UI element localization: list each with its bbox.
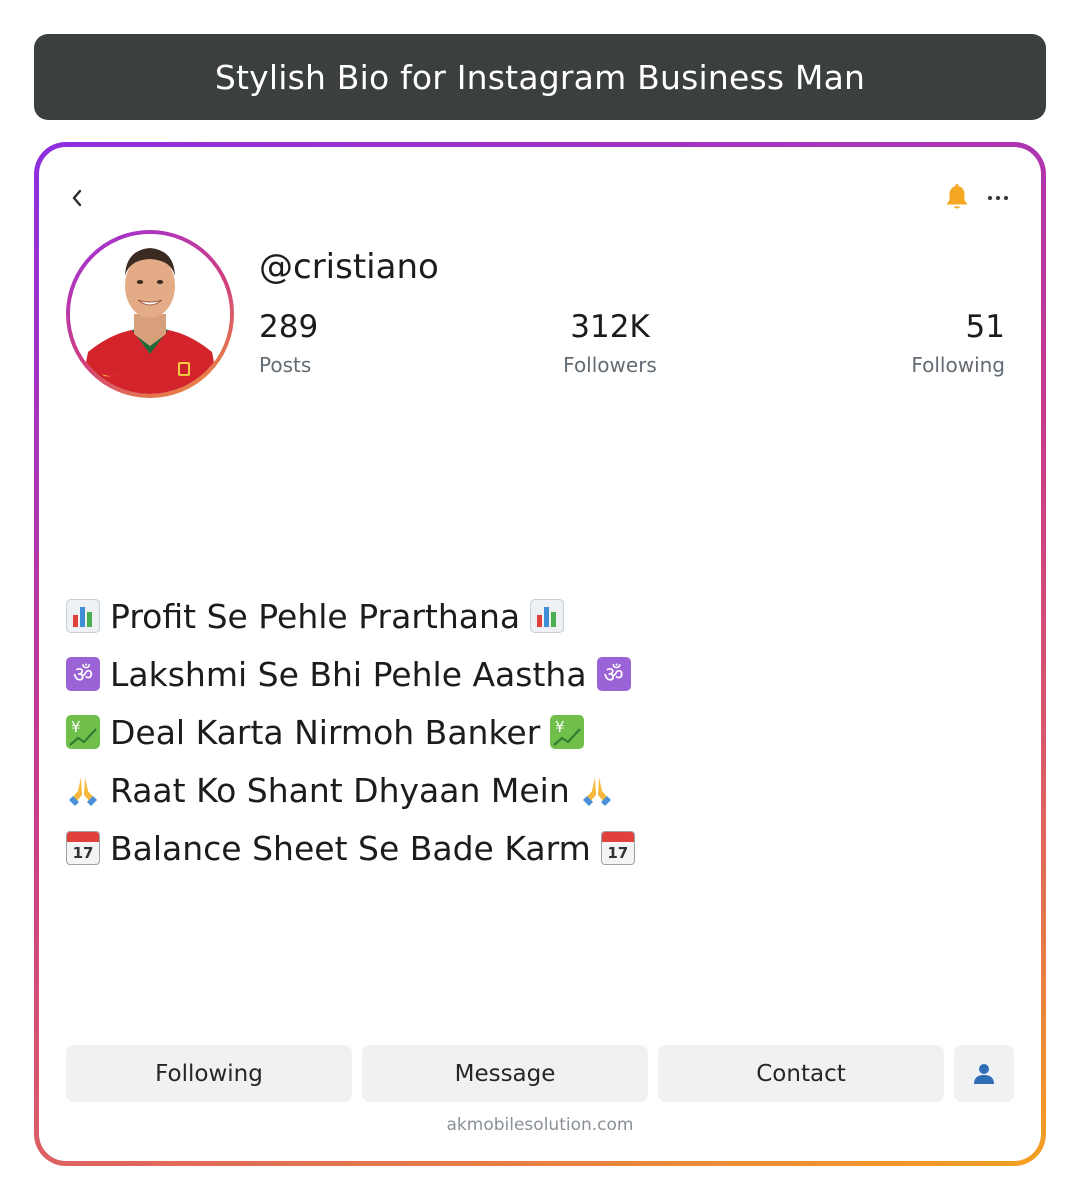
bio-line-text: Profit Se Pehle Prarthana [110, 596, 521, 636]
bar-chart-emoji [530, 599, 565, 633]
yen-chart-emoji: ¥ [550, 715, 585, 749]
om-emoji: ॐ [596, 657, 631, 691]
profile-card-frame: @cristiano 289 Posts 312K Followers 51 F… [34, 142, 1046, 1166]
profile-bio: Profit Se Pehle Prarthana ॐ Lakshmi Se B… [66, 587, 966, 877]
message-button[interactable]: Message [362, 1045, 648, 1102]
bio-line-text: Raat Ko Shant Dhyaan Mein [110, 770, 570, 810]
avatar[interactable] [70, 234, 230, 394]
bio-line-text: Lakshmi Se Bhi Pehle Aastha [110, 654, 587, 694]
bar-chart-emoji [66, 599, 100, 633]
following-button[interactable]: Following [66, 1045, 352, 1102]
bio-line-text: Balance Sheet Se Bade Karm [110, 828, 591, 868]
bio-line: Raat Ko Shant Dhyaan Mein [66, 761, 966, 819]
profile-actions: Following Message Contact [66, 1045, 1014, 1102]
more-horizontal-icon [988, 196, 992, 200]
folded-hands-emoji [66, 773, 100, 807]
person-icon [974, 1063, 994, 1084]
stat-following-label: Following [911, 353, 1005, 377]
page-title: Stylish Bio for Instagram Business Man [34, 34, 1046, 120]
more-options-button[interactable] [985, 183, 1011, 213]
calendar-emoji: 17 [66, 831, 100, 865]
profile-username: @cristiano [259, 247, 439, 287]
stat-posts-label: Posts [259, 353, 312, 377]
suggested-accounts-button[interactable] [954, 1045, 1014, 1102]
bio-line: ॐ Lakshmi Se Bhi Pehle Aastha ॐ [66, 645, 966, 703]
watermark: akmobilesolution.com [446, 1115, 634, 1135]
calendar-emoji: 17 [600, 831, 635, 865]
stat-followers[interactable]: 312K Followers [549, 309, 671, 377]
bio-line: ¥ Deal Karta Nirmoh Banker ¥ [66, 703, 966, 761]
profile-card: @cristiano 289 Posts 312K Followers 51 F… [39, 147, 1041, 1161]
om-emoji: ॐ [66, 657, 100, 691]
stat-followers-label: Followers [563, 353, 657, 377]
svg-text:¥: ¥ [71, 718, 81, 736]
svg-text:¥: ¥ [555, 718, 565, 736]
folded-hands-emoji [580, 773, 614, 807]
avatar-image [70, 234, 230, 394]
stat-following[interactable]: 51 Following [911, 309, 1005, 377]
stat-following-value: 51 [965, 309, 1005, 345]
bio-line-text: Deal Karta Nirmoh Banker [110, 712, 541, 752]
bio-line: Profit Se Pehle Prarthana [66, 587, 966, 645]
stat-followers-value: 312K [570, 309, 650, 345]
notification-button[interactable] [943, 183, 971, 213]
stat-posts-value: 289 [259, 309, 319, 345]
back-button[interactable] [65, 183, 89, 213]
bell-icon [946, 184, 968, 209]
contact-button[interactable]: Contact [658, 1045, 944, 1102]
chevron-left-icon [72, 189, 82, 207]
yen-chart-emoji: ¥ [66, 715, 100, 749]
stat-posts[interactable]: 289 Posts [259, 309, 318, 377]
bio-line: 17 Balance Sheet Se Bade Karm 17 [66, 819, 966, 877]
avatar-ring [66, 230, 234, 398]
